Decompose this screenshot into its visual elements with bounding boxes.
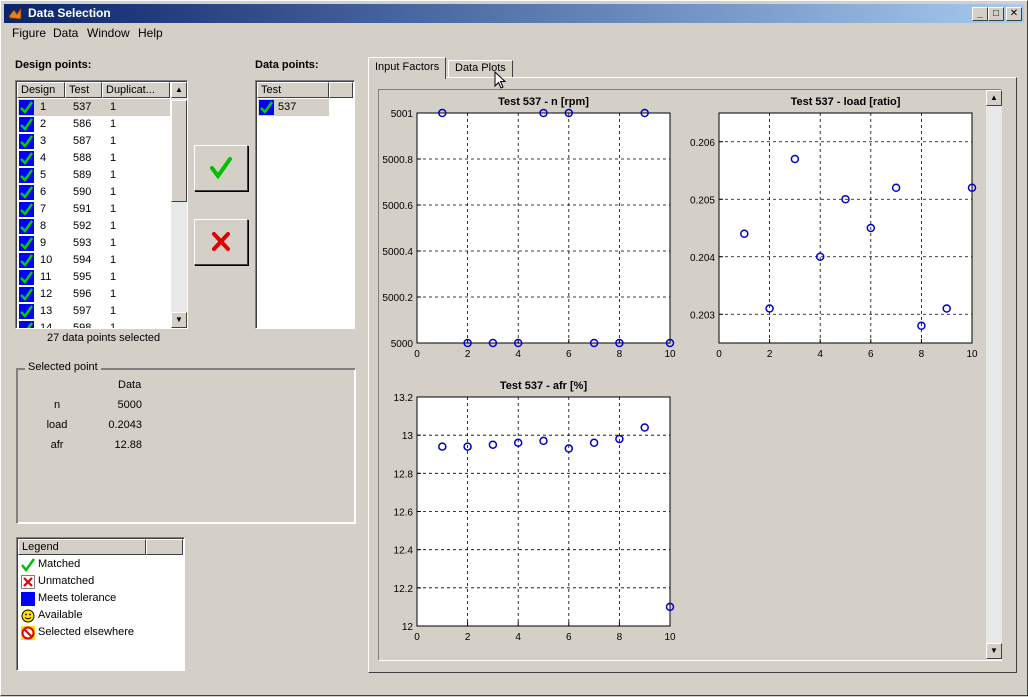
plot-title: Test 537 - n [rpm] <box>498 96 589 108</box>
y-tick-label: 0.206 <box>690 138 715 149</box>
x-tick-label: 4 <box>515 632 521 643</box>
y-tick-label: 12.6 <box>394 508 414 519</box>
data-selection-window: Data Selection _ □ ✕ Figure Data Window … <box>0 0 1028 696</box>
plot-title: Test 537 - load [ratio] <box>791 96 901 108</box>
y-tick-label: 12.8 <box>394 469 414 480</box>
y-tick-label: 12 <box>402 622 414 633</box>
x-tick-label: 8 <box>617 632 623 643</box>
x-tick-label: 6 <box>566 349 572 360</box>
x-tick-label: 0 <box>414 349 420 360</box>
tab-input-factors[interactable]: Input Factors <box>368 57 447 79</box>
x-tick-label: 2 <box>465 632 471 643</box>
y-tick-label: 5000.8 <box>382 155 413 166</box>
x-tick-label: 6 <box>868 349 874 360</box>
y-tick-label: 12.2 <box>394 584 414 595</box>
x-tick-label: 2 <box>767 349 773 360</box>
y-tick-label: 0.204 <box>690 253 715 264</box>
x-tick-label: 10 <box>966 349 978 360</box>
x-tick-label: 10 <box>664 349 676 360</box>
x-tick-label: 8 <box>617 349 623 360</box>
plot-axes-box <box>718 112 973 344</box>
x-tick-label: 4 <box>817 349 823 360</box>
y-tick-label: 5000.6 <box>382 201 413 212</box>
x-tick-label: 0 <box>414 632 420 643</box>
y-tick-label: 5001 <box>391 109 414 120</box>
y-tick-label: 5000.2 <box>382 293 413 304</box>
y-tick-label: 12.4 <box>394 546 414 557</box>
x-tick-label: 0 <box>716 349 722 360</box>
y-tick-label: 13.2 <box>394 393 414 404</box>
plot-axes-box <box>416 112 671 344</box>
plot-title: Test 537 - afr [%] <box>500 380 588 392</box>
y-tick-label: 0.205 <box>690 195 715 206</box>
y-tick-label: 5000.4 <box>382 247 413 258</box>
x-tick-label: 8 <box>919 349 925 360</box>
x-tick-label: 4 <box>515 349 521 360</box>
x-tick-label: 2 <box>465 349 471 360</box>
x-tick-label: 10 <box>664 632 676 643</box>
y-tick-label: 0.203 <box>690 310 715 321</box>
y-tick-label: 13 <box>402 431 414 442</box>
x-tick-label: 6 <box>566 632 572 643</box>
scatter-plots: Test 537 - n [rpm] 0 2 4 6 8 10 5000 5000.2 5000.… <box>382 96 978 643</box>
y-tick-label: 5000 <box>391 339 414 350</box>
